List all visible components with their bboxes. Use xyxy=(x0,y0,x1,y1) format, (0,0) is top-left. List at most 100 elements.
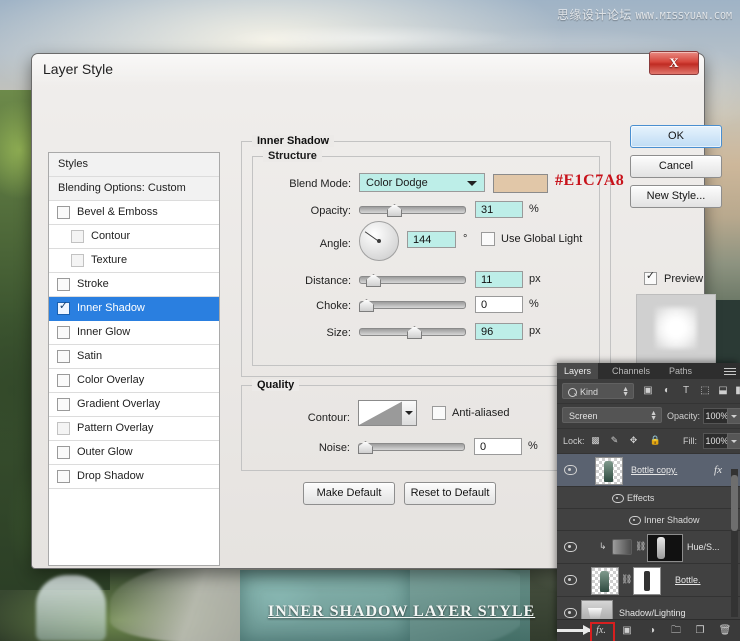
cancel-button[interactable]: Cancel xyxy=(630,155,722,178)
anti-aliased-checkbox[interactable]: Anti-aliased xyxy=(432,406,509,420)
fill-dropdown-icon[interactable] xyxy=(727,433,740,449)
styles-header[interactable]: Styles xyxy=(49,153,219,177)
checkbox-icon[interactable] xyxy=(57,206,70,219)
layer-mask-thumbnail[interactable] xyxy=(647,534,683,562)
add-mask-icon[interactable]: ▣ xyxy=(619,624,635,637)
opacity-dropdown-icon[interactable] xyxy=(727,408,740,424)
style-item-bevel-emboss[interactable]: Bevel & Emboss xyxy=(49,201,219,225)
distance-slider[interactable] xyxy=(359,273,466,287)
opacity-input[interactable]: 31 xyxy=(475,201,523,218)
lock-transparency-icon[interactable]: ▩ xyxy=(589,434,602,447)
close-button[interactable]: X xyxy=(649,51,699,75)
shadow-color-swatch[interactable] xyxy=(493,174,548,193)
style-item-color-overlay[interactable]: Color Overlay xyxy=(49,369,219,393)
blend-mode-select[interactable]: Screen ▲ ▼ xyxy=(562,407,662,423)
add-layer-style-fx-icon[interactable]: fx. xyxy=(593,624,609,637)
layer-thumbnail[interactable] xyxy=(595,457,623,485)
visibility-eye-icon[interactable] xyxy=(564,542,577,552)
filter-shape-icon[interactable]: ⬚ xyxy=(698,384,712,398)
scrollbar-thumb[interactable] xyxy=(731,475,738,531)
link-icon[interactable]: ⛓ xyxy=(635,541,646,551)
preview-checkbox[interactable]: Preview xyxy=(644,269,703,285)
visibility-eye-icon[interactable] xyxy=(629,516,641,525)
size-input[interactable]: 96 xyxy=(475,323,523,340)
table-row[interactable]: ⛓ Bottle. xyxy=(557,564,740,597)
angle-dial[interactable] xyxy=(359,221,399,261)
use-global-light-checkbox[interactable]: Use Global Light xyxy=(481,232,582,246)
layer-name[interactable]: Bottle copy. xyxy=(631,465,677,475)
filter-smart-icon[interactable]: ⬓ xyxy=(716,384,730,398)
adjustment-icon[interactable] xyxy=(612,539,632,555)
ok-button[interactable]: OK xyxy=(630,125,722,148)
blend-mode-select[interactable]: Color Dodge xyxy=(359,173,485,192)
noise-input[interactable]: 0 xyxy=(474,438,522,455)
checkbox-icon[interactable] xyxy=(57,326,70,339)
contour-preview[interactable] xyxy=(358,400,404,426)
list-item[interactable]: Effects xyxy=(557,487,740,509)
lock-image-icon[interactable]: ✎ xyxy=(608,434,621,447)
filter-type-icon[interactable]: T xyxy=(679,384,693,398)
link-icon[interactable]: ⛓ xyxy=(621,574,632,584)
checkbox-icon[interactable] xyxy=(71,230,84,243)
visibility-eye-icon[interactable] xyxy=(564,575,577,585)
delete-layer-icon[interactable]: 🗑 xyxy=(717,624,733,637)
contour-dropdown-button[interactable] xyxy=(402,400,417,426)
blending-options-row[interactable]: Blending Options: Custom xyxy=(49,177,219,201)
visibility-eye-icon[interactable] xyxy=(564,465,577,475)
filter-pixel-icon[interactable]: ▣ xyxy=(641,384,655,398)
choke-input[interactable]: 0 xyxy=(475,296,523,313)
checkbox-icon[interactable] xyxy=(71,254,84,267)
new-layer-icon[interactable]: ❐ xyxy=(692,624,708,637)
make-default-button[interactable]: Make Default xyxy=(303,482,395,505)
style-item-outer-glow[interactable]: Outer Glow xyxy=(49,441,219,465)
style-item-contour[interactable]: Contour xyxy=(49,225,219,249)
filter-toggle-icon[interactable]: ▮ xyxy=(731,384,740,398)
new-adjustment-icon[interactable]: ◑ xyxy=(644,624,660,637)
reset-to-default-button[interactable]: Reset to Default xyxy=(404,482,496,505)
style-item-inner-shadow[interactable]: Inner Shadow xyxy=(49,297,219,321)
panel-menu-icon[interactable] xyxy=(724,366,736,376)
checkbox-icon[interactable] xyxy=(57,299,70,315)
style-item-texture[interactable]: Texture xyxy=(49,249,219,273)
visibility-eye-icon[interactable] xyxy=(612,494,624,503)
tab-channels[interactable]: Channels xyxy=(605,363,657,379)
layer-name[interactable]: Hue/S... xyxy=(687,542,720,552)
distance-input[interactable]: 11 xyxy=(475,271,523,288)
style-item-gradient-overlay[interactable]: Gradient Overlay xyxy=(49,393,219,417)
checkbox-icon[interactable] xyxy=(57,398,70,411)
checkbox-icon[interactable] xyxy=(57,374,70,387)
lock-all-icon[interactable]: 🔒 xyxy=(649,434,662,447)
table-row[interactable]: ↳ ⛓ Hue/S... xyxy=(557,531,740,564)
style-item-stroke[interactable]: Stroke xyxy=(49,273,219,297)
layer-thumbnail[interactable] xyxy=(591,567,619,595)
list-item[interactable]: Inner Shadow xyxy=(557,509,740,531)
layer-name[interactable]: Bottle. xyxy=(675,575,701,585)
tab-layers[interactable]: Layers xyxy=(557,363,599,379)
checkbox-icon[interactable] xyxy=(57,422,70,435)
new-group-icon[interactable]: 🗀 xyxy=(668,624,684,637)
noise-slider[interactable] xyxy=(358,440,465,454)
checkbox-icon[interactable] xyxy=(57,278,70,291)
filter-kind-select[interactable]: Kind ▲ ▼ xyxy=(562,383,634,399)
layers-scrollbar[interactable] xyxy=(731,469,738,617)
opacity-slider[interactable] xyxy=(359,203,466,217)
checkbox-icon[interactable] xyxy=(57,350,70,363)
table-row[interactable]: Bottle copy. fx xyxy=(557,454,740,487)
fx-badge-icon[interactable]: fx xyxy=(714,464,722,476)
filter-adjustment-icon[interactable]: ◐ xyxy=(660,384,674,398)
style-item-inner-glow[interactable]: Inner Glow xyxy=(49,321,219,345)
new-style-button[interactable]: New Style... xyxy=(630,185,722,208)
checkbox-icon[interactable] xyxy=(57,446,70,459)
lock-position-icon[interactable]: ✥ xyxy=(627,434,640,447)
layer-mask-thumbnail[interactable] xyxy=(633,567,661,595)
choke-slider[interactable] xyxy=(359,298,466,312)
visibility-eye-icon[interactable] xyxy=(564,608,577,618)
dialog-titlebar[interactable]: Layer Style X xyxy=(32,51,704,85)
style-item-pattern-overlay[interactable]: Pattern Overlay xyxy=(49,417,219,441)
tab-paths[interactable]: Paths xyxy=(662,363,699,379)
checkbox-icon[interactable] xyxy=(57,470,70,483)
style-item-satin[interactable]: Satin xyxy=(49,345,219,369)
style-item-drop-shadow[interactable]: Drop Shadow xyxy=(49,465,219,489)
layer-name[interactable]: Shadow/Lighting xyxy=(619,608,686,618)
angle-input[interactable]: 144 xyxy=(407,231,456,248)
